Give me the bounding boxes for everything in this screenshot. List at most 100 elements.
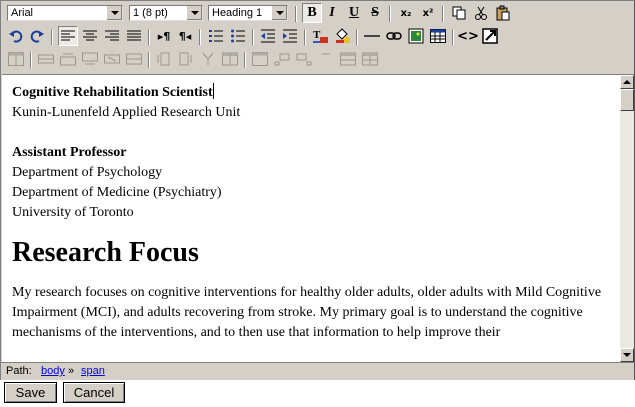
- path-link-body[interactable]: body: [41, 363, 65, 379]
- unordered-list-button[interactable]: [228, 26, 248, 46]
- superscript-button[interactable]: x²: [418, 3, 438, 23]
- outdent-button[interactable]: [258, 26, 278, 46]
- align-right-icon: [105, 30, 119, 41]
- subscript-button[interactable]: x₂: [396, 3, 416, 23]
- cut-button[interactable]: [471, 3, 491, 23]
- rtl-button[interactable]: ¶◂: [175, 26, 195, 46]
- align-left-icon: [61, 30, 75, 41]
- ordered-list-icon: [209, 30, 223, 42]
- table-properties-icon: [8, 52, 24, 66]
- research-focus-heading: Research Focus: [12, 237, 199, 268]
- insert-row-before-button[interactable]: [58, 49, 78, 69]
- ltr-button[interactable]: ▸¶: [154, 26, 174, 46]
- image-button[interactable]: [406, 26, 426, 46]
- split-cell-button[interactable]: [360, 49, 380, 69]
- justify-button[interactable]: [124, 26, 144, 46]
- editor-content-area[interactable]: Cognitive Rehabilitation Scientist Kunin…: [2, 74, 620, 362]
- strikethrough-button[interactable]: S: [365, 3, 385, 23]
- font-size-select[interactable]: 1 (8 pt): [129, 5, 203, 21]
- code-icon: <>: [457, 28, 479, 44]
- indent-button[interactable]: [280, 26, 300, 46]
- toolbar-separator: [304, 29, 306, 45]
- chevron-down-icon[interactable]: [271, 6, 287, 20]
- vertical-scrollbar[interactable]: [620, 74, 634, 362]
- svg-text:T: T: [313, 29, 321, 41]
- copy-icon: [452, 6, 466, 20]
- bold-icon: B: [307, 5, 317, 20]
- superscript-icon: x²: [422, 7, 434, 19]
- path-label: Path:: [6, 365, 32, 377]
- align-left-button[interactable]: [58, 26, 78, 46]
- underline-button[interactable]: U: [344, 3, 364, 23]
- cancel-button[interactable]: Cancel: [63, 382, 125, 403]
- fullscreen-button[interactable]: [480, 26, 500, 46]
- align-center-icon: [83, 30, 97, 41]
- toolbar-separator: [356, 29, 358, 45]
- insert-cell-before-icon: [274, 53, 290, 66]
- save-button[interactable]: Save: [4, 382, 57, 403]
- merge-cells-button[interactable]: [338, 49, 358, 69]
- cell-properties-button[interactable]: [250, 49, 270, 69]
- bold-button[interactable]: B: [302, 3, 322, 23]
- row-properties-button[interactable]: [36, 49, 56, 69]
- toolbar-separator: [452, 29, 454, 45]
- split-row-icon: [126, 53, 142, 65]
- chevron-down-icon[interactable]: [186, 6, 202, 20]
- table-button[interactable]: [428, 26, 448, 46]
- italic-button[interactable]: I: [322, 3, 342, 23]
- toolbar-separator: [148, 29, 150, 45]
- document-body[interactable]: Cognitive Rehabilitation Scientist Kunin…: [12, 83, 612, 343]
- align-right-button[interactable]: [102, 26, 122, 46]
- insert-column-after-button[interactable]: [176, 49, 196, 69]
- link-button[interactable]: [384, 26, 404, 46]
- block-format-value: Heading 1: [212, 7, 263, 19]
- split-cell-icon: [362, 52, 378, 66]
- horizontal-rule-button[interactable]: [362, 26, 382, 46]
- delete-column-icon: [202, 52, 214, 65]
- delete-cell-button[interactable]: [316, 49, 336, 69]
- highlight-color-button[interactable]: [332, 26, 352, 46]
- ordered-list-button[interactable]: [206, 26, 226, 46]
- undo-button[interactable]: [6, 26, 26, 46]
- align-center-button[interactable]: [80, 26, 100, 46]
- font-color-icon: T: [313, 29, 328, 43]
- merge-cells-icon: [340, 52, 356, 66]
- editor-toolbar: Arial 1 (8 pt) Heading 1 B I U S x₂ x² ▸…: [1, 1, 634, 73]
- bullet-list-icon: [231, 29, 245, 43]
- insert-cell-after-button[interactable]: [294, 49, 314, 69]
- path-statusbar: Path: body » span: [1, 362, 634, 380]
- scroll-up-arrow-icon[interactable]: [620, 75, 634, 89]
- chevron-down-icon[interactable]: [106, 6, 122, 20]
- insert-row-after-button[interactable]: [80, 49, 100, 69]
- font-color-button[interactable]: T: [310, 26, 330, 46]
- delete-row-button[interactable]: [102, 49, 122, 69]
- split-column-button[interactable]: [220, 49, 240, 69]
- split-column-icon: [222, 52, 238, 66]
- block-format-select[interactable]: Heading 1: [208, 5, 288, 21]
- path-link-span[interactable]: span: [81, 363, 105, 379]
- research-unit: Kunin-Lunenfeld Applied Research Unit: [12, 105, 241, 120]
- table-properties-button[interactable]: [6, 49, 26, 69]
- insert-cell-after-icon: [296, 53, 312, 66]
- source-code-button[interactable]: <>: [457, 26, 479, 46]
- split-row-button[interactable]: [124, 49, 144, 69]
- insert-cell-before-button[interactable]: [272, 49, 292, 69]
- toolbar-separator: [148, 52, 150, 68]
- insert-column-before-button[interactable]: [154, 49, 174, 69]
- redo-button[interactable]: [27, 26, 47, 46]
- paint-bucket-icon: [336, 28, 350, 43]
- font-family-select[interactable]: Arial: [7, 5, 123, 21]
- font-family-value: Arial: [11, 7, 34, 19]
- paste-button[interactable]: [493, 3, 513, 23]
- row-properties-icon: [38, 54, 54, 64]
- scroll-thumb[interactable]: [620, 89, 634, 111]
- insert-column-before-icon: [157, 52, 170, 66]
- paste-icon: [496, 5, 510, 21]
- toolbar-separator: [51, 29, 53, 45]
- delete-row-icon: [104, 54, 120, 64]
- delete-column-button[interactable]: [198, 49, 218, 69]
- justify-icon: [127, 30, 141, 41]
- scroll-down-arrow-icon[interactable]: [620, 348, 634, 362]
- copy-button[interactable]: [449, 3, 469, 23]
